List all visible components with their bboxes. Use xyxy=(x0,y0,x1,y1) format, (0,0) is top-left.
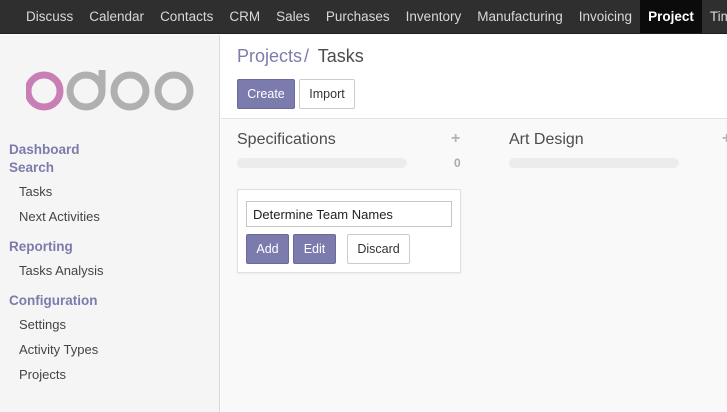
column-title-art-design[interactable]: Art Design xyxy=(509,131,584,149)
breadcrumb-separator: / xyxy=(304,46,310,66)
odoo-logo[interactable] xyxy=(26,70,194,112)
nav-contacts[interactable]: Contacts xyxy=(152,0,221,33)
column-add-icon[interactable]: + xyxy=(451,130,460,148)
breadcrumb: Projects / Tasks xyxy=(237,46,364,67)
nav-sales[interactable]: Sales xyxy=(268,0,318,33)
quick-create-card: Add Edit Discard xyxy=(237,189,461,273)
create-button[interactable]: Create xyxy=(237,79,295,109)
sidebar-configuration-heading: Configuration xyxy=(9,293,98,308)
sidebar-item-tasks[interactable]: Tasks xyxy=(19,184,52,199)
nav-calendar[interactable]: Calendar xyxy=(81,0,152,33)
nav-inventory[interactable]: Inventory xyxy=(398,0,470,33)
import-button[interactable]: Import xyxy=(299,79,355,109)
column-count: 0 xyxy=(454,156,461,170)
top-navbar: Discuss Calendar Contacts CRM Sales Purc… xyxy=(0,0,727,34)
column-title-specifications[interactable]: Specifications xyxy=(237,131,336,149)
column-add-icon[interactable]: + xyxy=(722,130,727,148)
main-content: Projects / Tasks Create Import Specificat… xyxy=(221,35,727,412)
sidebar-item-next-activities[interactable]: Next Activities xyxy=(19,209,100,224)
sidebar-item-projects[interactable]: Projects xyxy=(19,367,66,382)
sidebar-item-tasks-analysis[interactable]: Tasks Analysis xyxy=(19,263,104,278)
nav-manufacturing[interactable]: Manufacturing xyxy=(469,0,571,33)
column-progress-bar xyxy=(509,158,679,168)
edit-button[interactable]: Edit xyxy=(293,234,336,264)
breadcrumb-current: Tasks xyxy=(317,46,364,66)
sidebar: Dashboard Search Tasks Next Activities R… xyxy=(0,35,220,412)
add-button[interactable]: Add xyxy=(246,234,289,264)
sidebar-item-activity-types[interactable]: Activity Types xyxy=(19,342,98,357)
control-panel: Projects / Tasks Create Import xyxy=(221,35,727,119)
nav-invoicing[interactable]: Invoicing xyxy=(571,0,640,33)
nav-timesheets[interactable]: Timesh xyxy=(702,0,727,33)
nav-project[interactable]: Project xyxy=(640,0,702,33)
nav-purchases[interactable]: Purchases xyxy=(318,0,398,33)
discard-button[interactable]: Discard xyxy=(347,234,410,264)
task-name-input[interactable] xyxy=(246,201,452,227)
sidebar-item-settings[interactable]: Settings xyxy=(19,317,66,332)
sidebar-dashboard[interactable]: Dashboard xyxy=(9,142,80,157)
sidebar-reporting-heading: Reporting xyxy=(9,239,73,254)
column-progress-bar xyxy=(237,158,407,168)
nav-discuss[interactable]: Discuss xyxy=(18,0,81,33)
nav-crm[interactable]: CRM xyxy=(221,0,268,33)
app-menu: Discuss Calendar Contacts CRM Sales Purc… xyxy=(18,0,727,33)
breadcrumb-projects-link[interactable]: Projects xyxy=(237,46,302,66)
sidebar-search-heading: Search xyxy=(9,160,55,175)
